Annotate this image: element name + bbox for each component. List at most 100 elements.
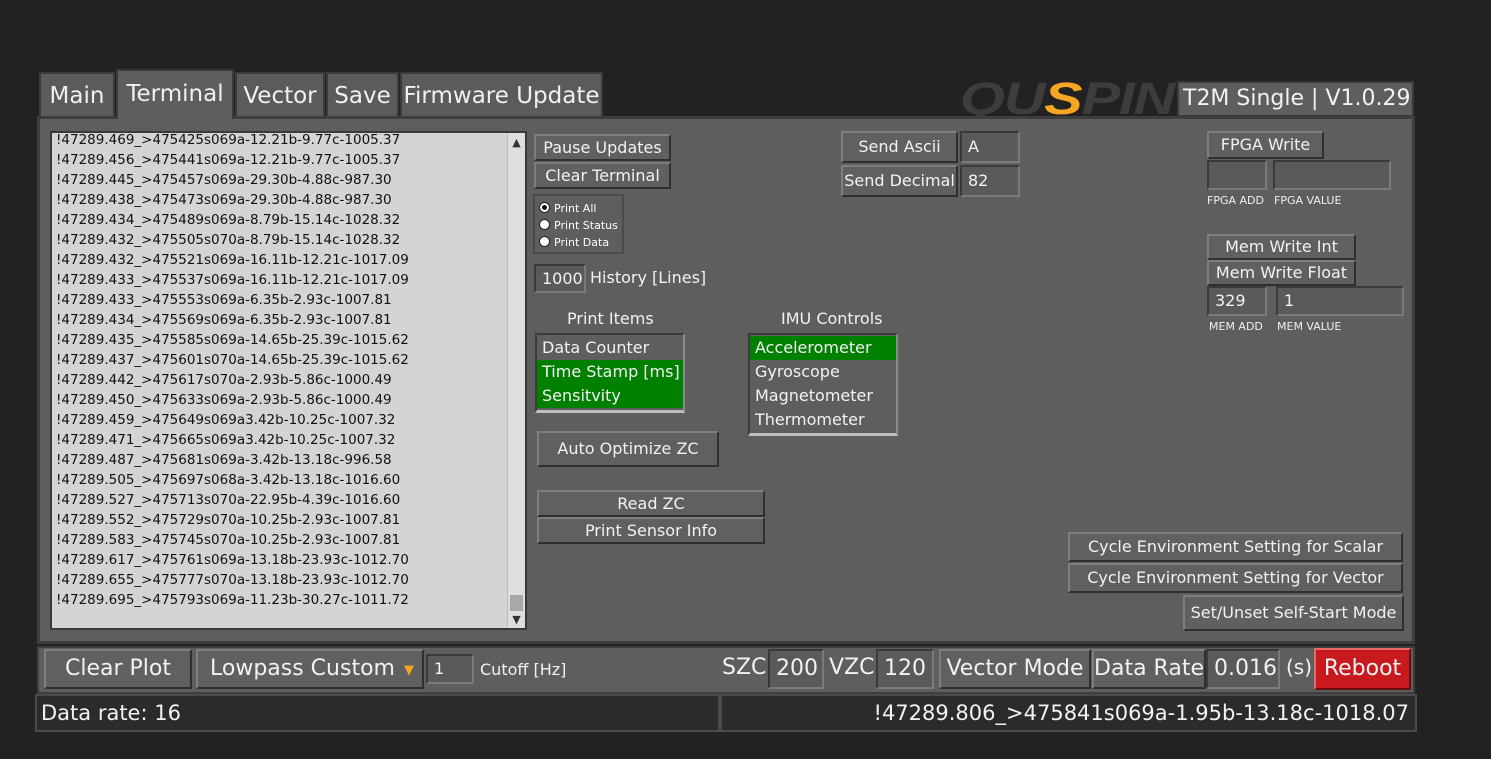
terminal-lines: !47289.469_>475425s069a-12.21b-9.77c-100… (56, 132, 508, 610)
clear-plot-button[interactable]: Clear Plot (44, 649, 192, 689)
list-item-sensitivity[interactable]: Sensitvity (537, 384, 683, 408)
auto-optimize-zc-button[interactable]: Auto Optimize ZC (537, 431, 719, 467)
cycle-environment-scalar-button[interactable]: Cycle Environment Setting for Scalar (1068, 532, 1403, 562)
terminal-line: !47289.617_>475761s069a-13.18b-23.93c-10… (56, 552, 409, 568)
terminal-line: !47289.469_>475425s069a-12.21b-9.77c-100… (56, 132, 401, 148)
terminal-line: !47289.459_>475649s069a3.42b-10.25c-1007… (56, 412, 396, 428)
list-item-gyroscope[interactable]: Gyroscope (750, 360, 896, 384)
list-item-thermometer[interactable]: Thermometer (750, 408, 896, 432)
terminal-line: !47289.552_>475729s070a-10.25b-2.93c-100… (56, 512, 401, 528)
terminal-line: !47289.434_>475569s069a-6.35b-2.93c-1007… (56, 312, 392, 328)
terminal-line: !47289.433_>475553s069a-6.35b-2.93c-1007… (56, 292, 392, 308)
terminal-line: !47289.432_>475505s070a-8.79b-15.14c-102… (56, 232, 401, 248)
imu-controls-title: IMU Controls (781, 309, 883, 328)
product-version-label: T2M Single | V1.0.29 (1177, 81, 1414, 117)
history-lines-input[interactable]: 1000 (534, 264, 586, 293)
terminal-line: !47289.437_>475601s070a-14.65b-25.39c-10… (56, 352, 409, 368)
radio-unselected-icon (539, 219, 550, 230)
terminal-line: !47289.442_>475617s070a-2.93b-5.86c-1000… (56, 372, 392, 388)
terminal-line: !47289.527_>475713s070a-22.95b-4.39c-101… (56, 492, 401, 508)
list-item-time-stamp[interactable]: Time Stamp [ms] (537, 360, 683, 384)
quspin-logo-graphic: QU S PIN (960, 73, 1178, 124)
reboot-button[interactable]: Reboot (1314, 648, 1411, 690)
quspin-logo: QU S PIN (960, 73, 1178, 124)
terminal-output[interactable]: !47289.469_>475425s069a-12.21b-9.77c-100… (50, 131, 527, 630)
scroll-up-icon[interactable]: ▲ (508, 135, 525, 151)
terminal-line: !47289.655_>475777s070a-13.18b-23.93c-10… (56, 572, 409, 588)
data-rate-unit: (s) (1286, 655, 1313, 679)
svg-text:QUSPIN: QU S PIN (960, 74, 1176, 118)
vzc-input[interactable]: 120 (876, 649, 934, 689)
radio-print-status[interactable]: Print Status (539, 218, 618, 234)
radio-label: Print Status (554, 219, 618, 232)
tab-main[interactable]: Main (39, 72, 115, 116)
radio-label: Print All (554, 202, 597, 215)
print-sensor-info-button[interactable]: Print Sensor Info (537, 517, 765, 544)
status-last-line: !47289.806_>475841s069a-1.95b-13.18c-101… (720, 694, 1417, 732)
terminal-line: !47289.487_>475681s069a-3.42b-13.18c-996… (56, 452, 392, 468)
terminal-line: !47289.456_>475441s069a-12.21b-9.77c-100… (56, 152, 401, 168)
terminal-line: !47289.433_>475537s069a-16.11b-12.21c-10… (56, 272, 409, 288)
mem-write-float-button[interactable]: Mem Write Float (1207, 260, 1356, 286)
list-item-magnetometer[interactable]: Magnetometer (750, 384, 896, 408)
fpga-add-label: FPGA ADD (1207, 194, 1264, 207)
radio-print-all[interactable]: Print All (539, 201, 596, 217)
clear-terminal-button[interactable]: Clear Terminal (534, 162, 671, 189)
data-rate-input[interactable]: 0.016 (1206, 649, 1280, 689)
mem-add-input[interactable]: 329 (1207, 286, 1267, 316)
pause-updates-button[interactable]: Pause Updates (534, 134, 671, 161)
terminal-line: !47289.583_>475745s070a-10.25b-2.93c-100… (56, 532, 401, 548)
cutoff-input[interactable]: 1 (426, 654, 474, 684)
send-decimal-button[interactable]: Send Decimal (841, 165, 958, 197)
radio-print-data[interactable]: Print Data (539, 235, 609, 251)
chevron-down-icon: ▼ (404, 663, 414, 678)
fpga-add-input[interactable] (1207, 160, 1267, 190)
terminal-line: !47289.432_>475521s069a-16.11b-12.21c-10… (56, 252, 409, 268)
history-lines-label: History [Lines] (590, 268, 707, 287)
scroll-down-icon[interactable]: ▼ (508, 612, 525, 628)
send-decimal-input[interactable]: 82 (960, 165, 1020, 197)
list-item-data-counter[interactable]: Data Counter (537, 336, 683, 360)
print-items-title: Print Items (567, 309, 654, 328)
list-item-accelerometer[interactable]: Accelerometer (750, 336, 896, 360)
mem-write-int-button[interactable]: Mem Write Int (1207, 234, 1356, 260)
tab-firmware-update[interactable]: Firmware Update (400, 72, 603, 116)
szc-input[interactable]: 200 (768, 649, 824, 689)
terminal-line: !47289.445_>475457s069a-29.30b-4.88c-987… (56, 172, 392, 188)
terminal-line: !47289.438_>475473s069a-29.30b-4.88c-987… (56, 192, 392, 208)
vzc-label: VZC (829, 655, 875, 680)
imu-controls-list[interactable]: Accelerometer Gyroscope Magnetometer The… (748, 333, 898, 436)
data-rate-button[interactable]: Data Rate (1092, 649, 1206, 689)
szc-label: SZC (722, 655, 767, 680)
terminal-line: !47289.450_>475633s069a-2.93b-5.86c-1000… (56, 392, 392, 408)
read-zc-button[interactable]: Read ZC (537, 490, 765, 517)
cutoff-label: Cutoff [Hz] (480, 660, 567, 679)
tab-save[interactable]: Save (326, 72, 399, 116)
vector-mode-button[interactable]: Vector Mode (939, 649, 1091, 689)
self-start-mode-button[interactable]: Set/Unset Self-Start Mode (1183, 595, 1404, 631)
print-mode-radio-group: Print All Print Status Print Data (533, 194, 624, 254)
print-items-list[interactable]: Data Counter Time Stamp [ms] Sensitvity (535, 333, 685, 413)
mem-add-label: MEM ADD (1209, 320, 1263, 333)
fpga-write-button[interactable]: FPGA Write (1207, 131, 1324, 159)
filter-select[interactable]: Lowpass Custom ▼ (196, 649, 424, 689)
fpga-value-label: FPGA VALUE (1274, 194, 1342, 207)
fpga-value-input[interactable] (1273, 160, 1391, 190)
terminal-line: !47289.435_>475585s069a-14.65b-25.39c-10… (56, 332, 409, 348)
terminal-line: !47289.471_>475665s069a3.42b-10.25c-1007… (56, 432, 396, 448)
filter-select-value: Lowpass Custom (210, 656, 395, 681)
radio-label: Print Data (554, 236, 610, 249)
mem-value-input[interactable]: 1 (1276, 286, 1404, 316)
cycle-environment-vector-button[interactable]: Cycle Environment Setting for Vector (1068, 563, 1403, 593)
mem-value-label: MEM VALUE (1277, 320, 1342, 333)
terminal-line: !47289.695_>475793s069a-11.23b-30.27c-10… (56, 592, 409, 608)
terminal-line: !47289.434_>475489s069a-8.79b-15.14c-102… (56, 212, 401, 228)
tab-terminal[interactable]: Terminal (116, 69, 234, 119)
send-ascii-input[interactable]: A (960, 131, 1020, 163)
radio-unselected-icon (539, 236, 550, 247)
tab-vector[interactable]: Vector (235, 72, 325, 116)
status-data-rate: Data rate: 16 (35, 694, 720, 732)
send-ascii-button[interactable]: Send Ascii (841, 131, 958, 163)
terminal-scrollbar[interactable]: ▲ ▼ (507, 133, 525, 628)
scroll-thumb[interactable] (510, 595, 523, 611)
